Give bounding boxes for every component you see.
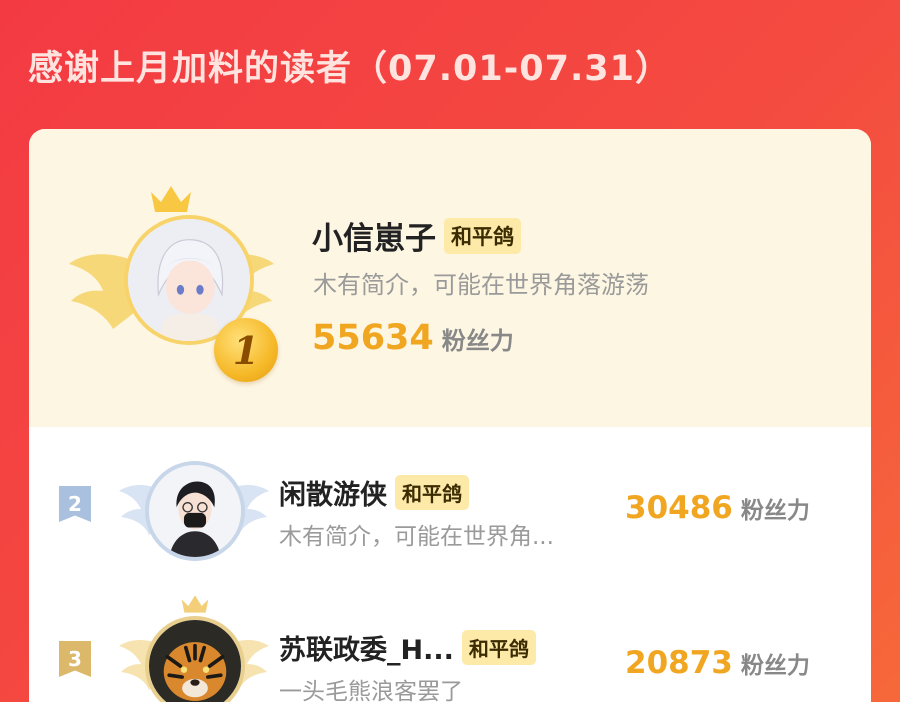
list-item[interactable]: 2 闲散游侠 和平鸽 木有简介，可能在世界角... 30486 粉丝力: [29, 429, 871, 579]
user-name[interactable]: 小信崽子: [312, 213, 436, 258]
name-row: 苏联政委_H... 和平鸽: [279, 628, 536, 667]
user-bio: 一头毛熊浪客罢了: [279, 679, 463, 702]
user-name[interactable]: 苏联政委_H...: [279, 628, 454, 667]
score-unit-label: 粉丝力: [441, 327, 514, 355]
user-bio: 木有简介，可能在世界角...: [279, 524, 554, 550]
fan-score: 30486: [625, 490, 733, 526]
score-row: 55634 粉丝力: [312, 318, 514, 358]
leaderboard-card: 1 小信崽子 和平鸽 木有简介，可能在世界角落游荡 55634 粉丝力 2 闲散…: [29, 129, 871, 702]
title-badge: 和平鸽: [461, 630, 536, 665]
first-place-section[interactable]: 1 小信崽子 和平鸽 木有简介，可能在世界角落游荡 55634 粉丝力: [29, 129, 871, 427]
avatar[interactable]: [149, 465, 241, 557]
rank-tag: 2: [59, 486, 91, 522]
title-badge: 和平鸽: [444, 217, 521, 254]
fan-score: 20873: [625, 645, 733, 681]
title-badge: 和平鸽: [395, 475, 469, 510]
score-row: 20873 粉丝力: [625, 645, 810, 681]
rank-tag: 3: [59, 641, 91, 677]
avatar[interactable]: [149, 620, 241, 702]
avatar-ring: [145, 461, 245, 561]
rank-medal-icon: 1: [214, 318, 278, 382]
score-row: 30486 粉丝力: [625, 490, 810, 526]
score-unit-label: 粉丝力: [740, 498, 810, 524]
first-place-avatar-group[interactable]: 1: [69, 184, 278, 384]
list-item[interactable]: 3 苏联政委_H... 和平鸽 一头毛熊浪客罢了 20873 粉丝力: [29, 584, 871, 702]
crown-icon: [151, 186, 191, 212]
first-name-row: 小信崽子 和平鸽: [312, 213, 521, 258]
name-row: 闲散游侠 和平鸽: [279, 473, 469, 512]
fan-score: 55634: [312, 318, 434, 358]
score-unit-label: 粉丝力: [740, 653, 810, 679]
crown-icon: [181, 595, 209, 613]
user-name[interactable]: 闲散游侠: [279, 473, 387, 512]
page-title: 感谢上月加料的读者（07.01-07.31）: [28, 49, 671, 89]
user-bio: 木有简介，可能在世界角落游荡: [313, 271, 649, 299]
